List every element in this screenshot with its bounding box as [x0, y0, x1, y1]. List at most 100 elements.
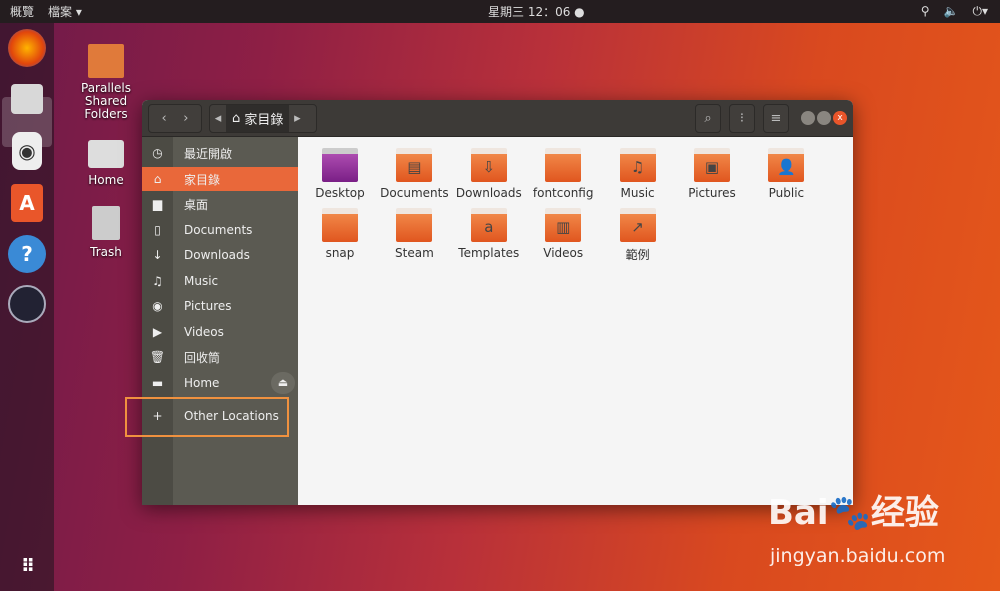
- path-label: 家目錄: [244, 113, 284, 128]
- file-label: snap: [325, 246, 355, 260]
- back-forward-buttons[interactable]: ‹ ›: [148, 104, 202, 133]
- camera-icon: ◉: [152, 299, 163, 313]
- desktop-icon-label: Trash: [90, 245, 122, 259]
- home-icon: ⌂: [153, 172, 162, 186]
- help-icon[interactable]: ?: [8, 235, 46, 273]
- sidebar-item-label: Videos: [184, 325, 224, 339]
- file-label: Documents: [380, 186, 449, 200]
- folder-icon: ⇩: [470, 148, 507, 182]
- file-label: fontconfig: [532, 186, 594, 200]
- file-item[interactable]: ▣ Pictures: [675, 148, 749, 200]
- file-label: Steam: [395, 246, 434, 260]
- folder-icon: ↗: [619, 208, 656, 242]
- show-apps-icon[interactable]: ⠿: [8, 547, 46, 585]
- file-item[interactable]: ↗ 範例: [601, 208, 675, 263]
- dock: ◉ A ? ⠿: [0, 23, 54, 591]
- document-icon: ▯: [154, 223, 161, 237]
- sidebar-item[interactable]: ◷ 最近開啟: [142, 141, 298, 165]
- firefox-icon[interactable]: [8, 29, 46, 67]
- sidebar-item[interactable]: ▆ 桌面: [142, 192, 298, 216]
- file-item[interactable]: snap: [303, 208, 377, 260]
- file-item[interactable]: ▥ Videos: [526, 208, 600, 260]
- sidebar-item-label: 桌面: [184, 197, 209, 212]
- file-label: Templates: [458, 246, 520, 260]
- file-manager-window: ‹ › ◂ ⌂ 家目錄 ▸ ⌕ ⁝ ≡ x ◷ 最近開啟 ⌂ 家目錄 ▆ 桌面 ▯ Docum…: [142, 100, 853, 505]
- path-right-arrow[interactable]: ▸: [289, 111, 305, 126]
- search-button[interactable]: ⌕: [695, 104, 721, 133]
- view-toggle-button[interactable]: ⁝: [729, 104, 755, 133]
- sidebar-item[interactable]: ⌂ 家目錄: [142, 167, 298, 191]
- file-label: Music: [620, 186, 655, 200]
- rhythmbox-icon[interactable]: ◉: [12, 132, 42, 170]
- sidebar-item-label: Downloads: [184, 248, 250, 262]
- folder-icon: 👤: [768, 148, 805, 182]
- file-item[interactable]: Steam: [377, 208, 451, 260]
- software-icon[interactable]: A: [11, 184, 43, 222]
- sidebar-item-label: Documents: [184, 223, 253, 237]
- header-bar: ‹ › ◂ ⌂ 家目錄 ▸ ⌕ ⁝ ≡ x: [142, 100, 853, 137]
- sidebar: ◷ 最近開啟 ⌂ 家目錄 ▆ 桌面 ▯ Documents ↓ Downloads ♫ Music ◉ P…: [142, 137, 298, 505]
- file-label: Downloads: [455, 186, 522, 200]
- folder-icon: [322, 148, 358, 182]
- file-grid: Desktop ▤ Documents ⇩ Downloads fontconfig ♫ Mu…: [298, 137, 853, 505]
- watermark-url: jingyan.baidu.com: [770, 545, 946, 567]
- file-item[interactable]: ♫ Music: [601, 148, 675, 200]
- path-home-button[interactable]: ⌂ 家目錄: [226, 105, 290, 132]
- folder-icon: ♫: [619, 148, 656, 182]
- activities-button[interactable]: 概覽: [10, 3, 34, 20]
- desktop-icon-label: Home: [88, 173, 124, 187]
- desktop-icon-home[interactable]: Home: [66, 140, 146, 187]
- app-menu[interactable]: 檔案 ▾: [48, 3, 82, 20]
- desktop-icon-parallels[interactable]: Parallels Shared Folders: [66, 44, 146, 121]
- steam-icon[interactable]: [8, 285, 46, 323]
- music-icon: ♫: [152, 274, 163, 288]
- baidu-watermark-logo: Bai🐾经验: [768, 493, 939, 533]
- folder-icon: ▤: [396, 148, 433, 182]
- sidebar-item[interactable]: ▯ Documents: [142, 218, 298, 242]
- maximize-button[interactable]: [817, 111, 831, 125]
- file-item[interactable]: Desktop: [303, 148, 377, 200]
- path-left-arrow[interactable]: ◂: [210, 111, 226, 126]
- volume-icon[interactable]: 🔈: [944, 4, 959, 19]
- file-label: 範例: [625, 248, 650, 262]
- close-button[interactable]: x: [833, 111, 847, 125]
- sidebar-item[interactable]: ↓ Downloads: [142, 243, 298, 267]
- trash-icon: 🗑: [149, 350, 166, 364]
- sidebar-item[interactable]: 🗑 回收筒: [142, 345, 298, 369]
- file-item[interactable]: fontconfig: [526, 148, 600, 200]
- desktop-icon-trash[interactable]: Trash: [66, 206, 146, 259]
- eject-button[interactable]: ⏏: [271, 372, 295, 394]
- folder-icon: ▥: [545, 208, 582, 242]
- folder-icon: ▆: [152, 197, 163, 211]
- files-icon[interactable]: [11, 84, 43, 114]
- file-item[interactable]: 👤 Public: [749, 148, 823, 200]
- folder-icon: a: [470, 208, 507, 242]
- sidebar-item-label: 回收筒: [184, 350, 221, 365]
- menu-button[interactable]: ≡: [763, 104, 789, 133]
- folder-icon: [545, 148, 582, 182]
- minimize-button[interactable]: [801, 111, 815, 125]
- sidebar-item-label: 家目錄: [184, 172, 221, 187]
- file-label: Pictures: [688, 186, 736, 200]
- file-label: Videos: [543, 246, 584, 260]
- recent-icon: ◷: [152, 146, 163, 160]
- other-locations-highlight: [125, 397, 289, 437]
- file-item[interactable]: ▤ Documents: [377, 148, 451, 200]
- file-label: Public: [768, 186, 805, 200]
- network-icon[interactable]: ⚲: [921, 4, 930, 19]
- file-item[interactable]: a Templates: [452, 208, 526, 260]
- download-icon: ↓: [152, 248, 163, 262]
- clock[interactable]: 星期三 12：06 ●: [488, 3, 585, 20]
- drive-icon: ▬: [151, 376, 164, 390]
- sidebar-item-label: 最近開啟: [184, 146, 233, 161]
- power-icon[interactable]: ⏻▾: [972, 4, 988, 19]
- window-controls: x: [801, 111, 847, 125]
- sidebar-item[interactable]: ▶ Videos: [142, 320, 298, 344]
- top-bar: 概覽 檔案 ▾ 星期三 12：06 ● ⚲ 🔈 ⏻▾: [0, 0, 1000, 23]
- sidebar-item-label: Home: [184, 376, 220, 390]
- file-item[interactable]: ⇩ Downloads: [452, 148, 526, 200]
- video-icon: ▶: [152, 325, 163, 339]
- file-label: Desktop: [315, 186, 365, 200]
- sidebar-item[interactable]: ◉ Pictures: [142, 294, 298, 318]
- sidebar-item[interactable]: ♫ Music: [142, 269, 298, 293]
